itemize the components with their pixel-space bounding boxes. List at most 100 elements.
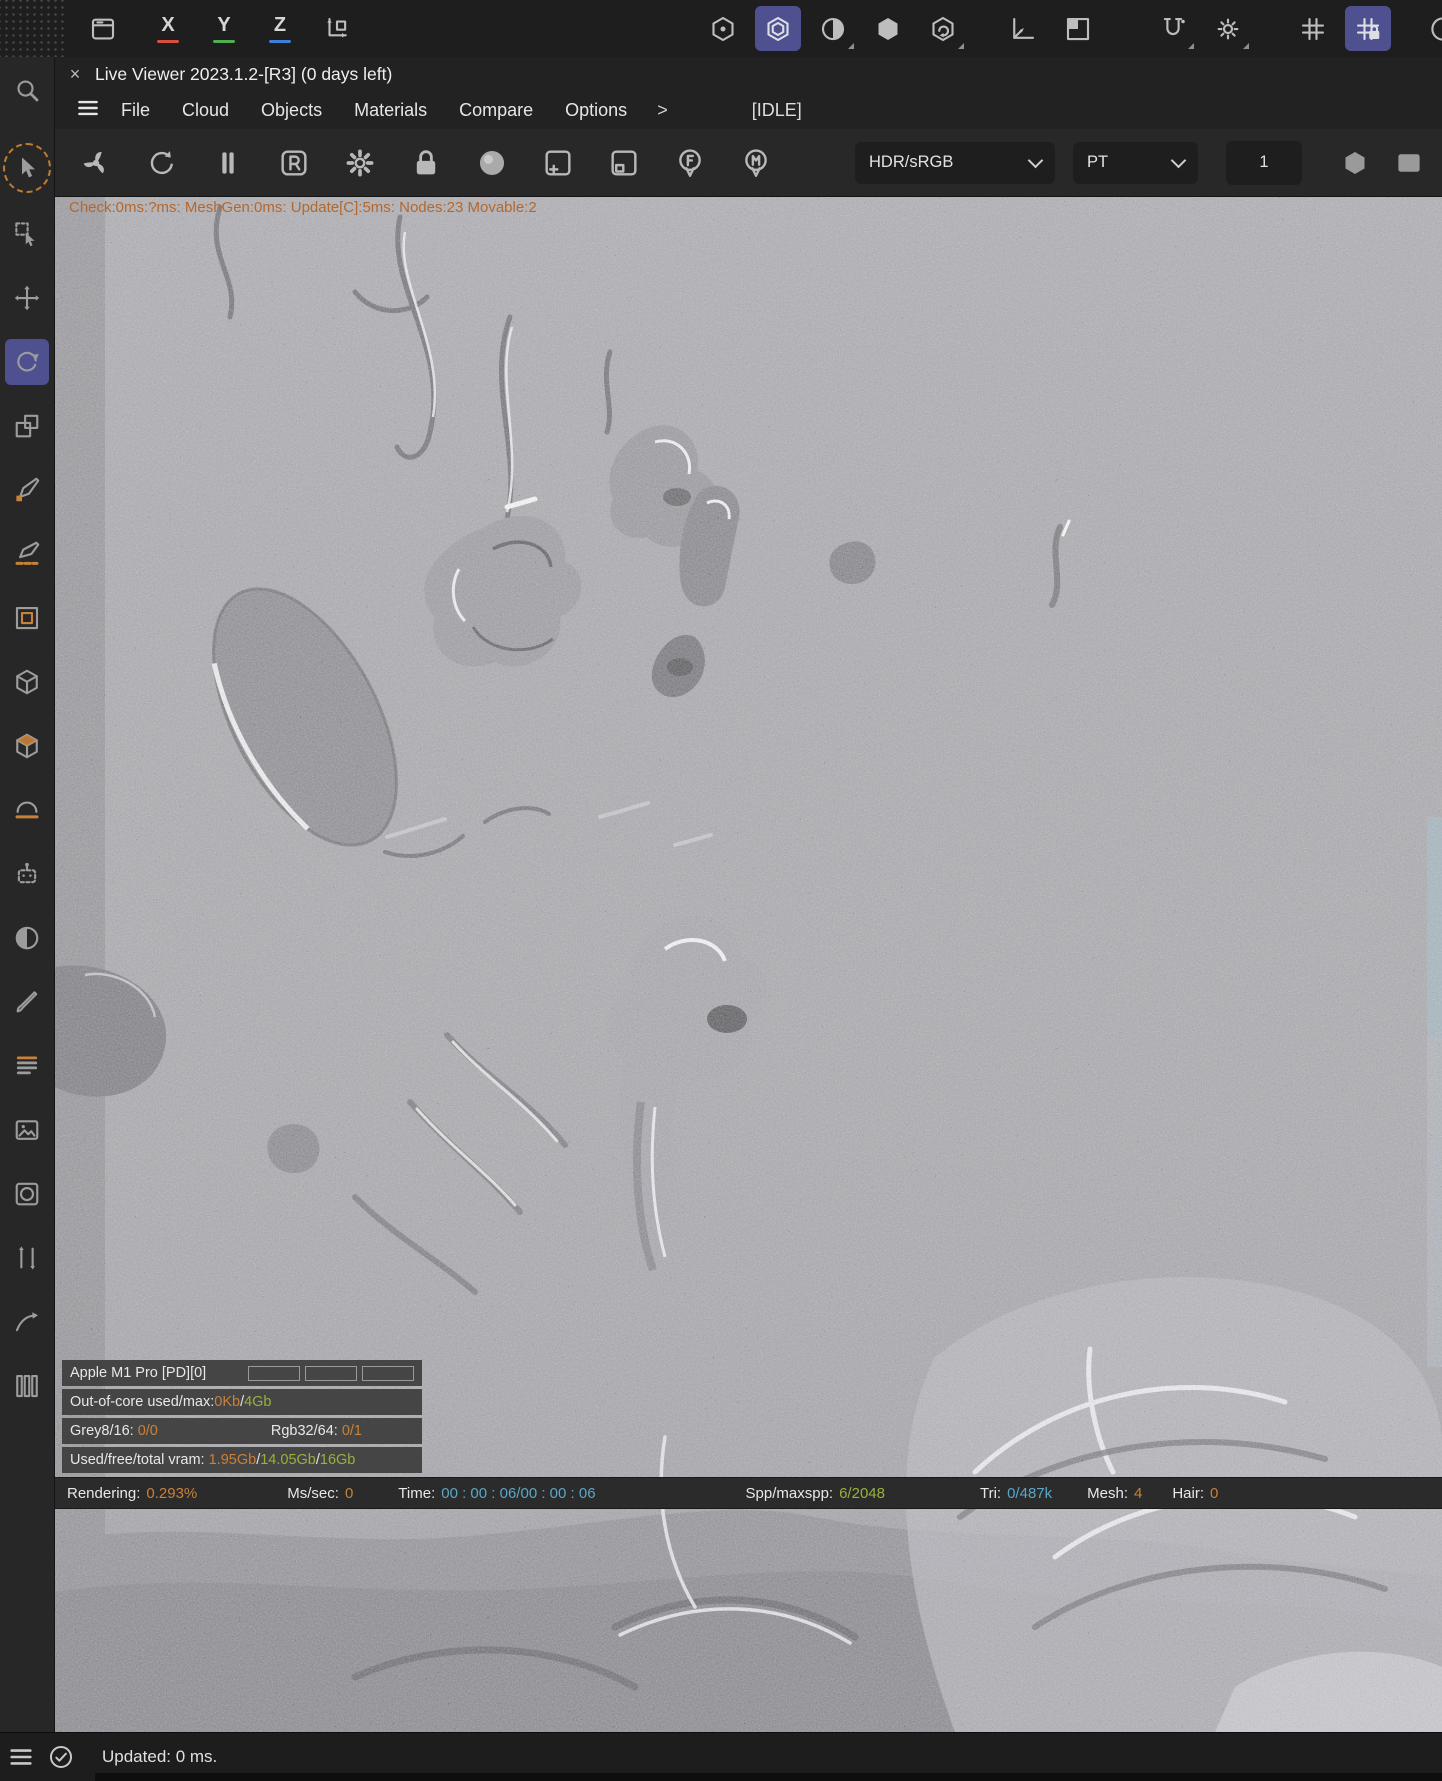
search-tool[interactable]	[5, 67, 49, 113]
viewport-layout-icon[interactable]	[80, 6, 126, 51]
render-buttons	[73, 140, 779, 186]
title-bar: × Live Viewer 2023.1.2-[R3] (0 days left…	[55, 57, 1442, 92]
render-viewport[interactable]: Check:0ms:?ms: MeshGen:0ms: Update[C]:5m…	[55, 197, 1442, 1732]
object-mode-icon[interactable]	[865, 6, 911, 51]
object-selection-tool[interactable]	[5, 723, 49, 769]
hair-value: 0	[1210, 1484, 1219, 1502]
dock-handle[interactable]	[0, 0, 64, 57]
rotate-tool[interactable]	[5, 339, 49, 385]
paint-tool[interactable]	[5, 979, 49, 1025]
rgb-label: Rgb32/64:	[270, 1423, 338, 1439]
menu-item-options[interactable]: Options	[549, 100, 643, 121]
histogram-tool[interactable]	[5, 1363, 49, 1409]
axis-y-label: Y	[217, 14, 231, 36]
menu-item-cloud[interactable]: Cloud	[166, 100, 245, 121]
hair-label: Hair:	[1172, 1484, 1205, 1502]
close-icon[interactable]: ×	[55, 64, 95, 85]
axis-x-button[interactable]: X	[146, 6, 190, 51]
menu-overflow[interactable]: >	[643, 100, 682, 121]
pause-render-button[interactable]	[205, 140, 251, 186]
refresh-render-button[interactable]	[139, 140, 185, 186]
snap-settings-icon[interactable]	[1205, 6, 1251, 51]
top-toolbar: X Y Z	[0, 0, 1442, 58]
lens-tool[interactable]	[5, 1171, 49, 1217]
box-select-tool[interactable]	[5, 211, 49, 257]
pen-focus-icon	[15, 541, 40, 565]
menu-item-objects[interactable]: Objects	[245, 100, 338, 121]
polygons-mode-icon[interactable]	[810, 6, 856, 51]
viewport-frame-icon[interactable]	[1386, 140, 1432, 185]
add-render-region-button[interactable]	[535, 140, 581, 186]
update-status-icon[interactable]	[42, 1738, 80, 1776]
check-circle-icon	[49, 1745, 73, 1769]
hamburger-icon[interactable]	[75, 95, 105, 125]
axis-lock-group: X Y Z	[146, 6, 360, 51]
footer-menu-icon[interactable]	[2, 1738, 40, 1776]
render-settings-button[interactable]	[337, 140, 383, 186]
axis-y-button[interactable]: Y	[202, 6, 246, 51]
instance-mode-icon[interactable]	[920, 6, 966, 51]
mesh-label: Mesh:	[1087, 1484, 1128, 1502]
menu-item-compare[interactable]: Compare	[443, 100, 549, 121]
quantize-icon[interactable]	[1055, 6, 1101, 51]
grey-stat: Grey8/16: 0/0	[70, 1418, 158, 1444]
material-picker-tool[interactable]	[5, 467, 49, 513]
pen-pick-icon	[16, 477, 40, 502]
time-stat: Time: 00 : 00 : 06/00 : 00 : 06	[398, 1485, 595, 1502]
render-region-tool[interactable]	[5, 595, 49, 641]
resolution-tool[interactable]	[5, 1235, 49, 1281]
magnet-snap-icon[interactable]	[1150, 6, 1196, 51]
axis-gizmo-icon[interactable]	[314, 6, 360, 51]
snap-group	[1150, 6, 1251, 51]
passes-input[interactable]	[1226, 140, 1302, 185]
background-image-tool[interactable]	[5, 1107, 49, 1153]
focus-picker-button[interactable]	[667, 140, 713, 186]
restart-render-button[interactable]	[73, 140, 119, 186]
rendering-label: Rendering:	[67, 1484, 141, 1502]
menu-item-materials[interactable]: Materials	[338, 100, 443, 121]
region-add-icon	[545, 149, 571, 176]
spp-stat: Spp/maxspp: 6/2048	[746, 1485, 885, 1502]
lock-camera-tool[interactable]	[5, 851, 49, 897]
quad-square-icon	[1066, 17, 1090, 40]
realtime-render-button[interactable]	[271, 140, 317, 186]
lock-viewport-button[interactable]	[403, 140, 449, 186]
debug-stats-line: Check:0ms:?ms: MeshGen:0ms: Update[C]:5m…	[69, 199, 537, 216]
white-balance-tool[interactable]	[5, 659, 49, 705]
ball-icon	[479, 150, 505, 175]
updated-status: Updated: 0 ms.	[102, 1747, 218, 1766]
bot-icon	[17, 862, 37, 884]
environment-tool[interactable]	[5, 915, 49, 961]
move-tool[interactable]	[5, 275, 49, 321]
focus-picker-tool[interactable]	[5, 531, 49, 577]
grid-icon[interactable]	[1290, 6, 1336, 51]
hamburger-icon	[10, 1749, 32, 1765]
kernel-select[interactable]: PT	[1073, 141, 1198, 184]
move-icon	[14, 285, 40, 311]
circle-logo-icon	[1431, 16, 1442, 41]
render-passes-tool[interactable]	[5, 1043, 49, 1089]
footer-bar: Updated: 0 ms.	[0, 1732, 1442, 1781]
subsample-icon[interactable]	[1332, 140, 1378, 185]
menu-item-file[interactable]: File	[105, 100, 166, 121]
workplane-icon[interactable]	[1000, 6, 1046, 51]
camera-target-tool[interactable]	[5, 787, 49, 833]
response-curve-tool[interactable]	[5, 1299, 49, 1345]
clay-mode-button[interactable]	[469, 140, 515, 186]
clear-render-region-button[interactable]	[601, 140, 647, 186]
scale-tool[interactable]	[5, 403, 49, 449]
arc-icon	[15, 801, 39, 819]
varrows-icon	[19, 1246, 35, 1270]
grid-lock-icon[interactable]	[1345, 6, 1391, 51]
bars-icon	[16, 1374, 38, 1398]
partial-circle-icon[interactable]	[1420, 6, 1442, 51]
axis-z-button[interactable]: Z	[258, 6, 302, 51]
grey-value: 0/0	[137, 1423, 158, 1439]
select-tool[interactable]	[3, 143, 51, 193]
pin-f-icon	[679, 148, 701, 177]
material-picker-button[interactable]	[733, 140, 779, 186]
points-mode-icon[interactable]	[700, 6, 746, 51]
footer-icons	[0, 1738, 80, 1776]
edges-mode-icon[interactable]	[755, 6, 801, 51]
colorspace-select[interactable]: HDR/sRGB	[855, 141, 1055, 184]
